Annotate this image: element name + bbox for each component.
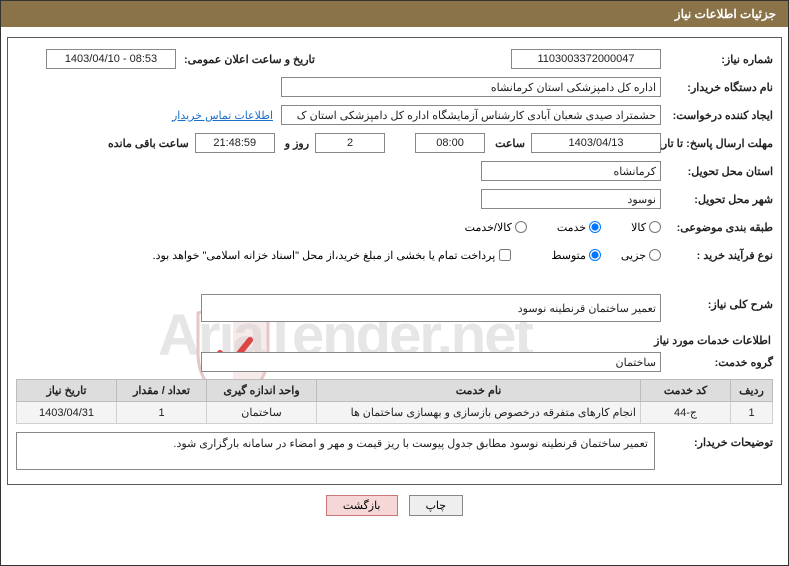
pt-medium-label: متوسط [551,249,586,262]
deadline-label: مهلت ارسال پاسخ: تا تاریخ: [661,137,773,150]
th-name: نام خدمت [317,380,641,402]
treasury-checkbox[interactable]: پرداخت تمام یا بخشی از مبلغ خرید،از محل … [153,249,512,262]
time-left-field: 21:48:59 [195,133,275,153]
treasury-label: پرداخت تمام یا بخشی از مبلغ خرید،از محل … [153,249,496,262]
deadline-hour-field: 08:00 [415,133,485,153]
th-qty: تعداد / مقدار [117,380,207,402]
pt-minor-label: جزیی [621,249,646,262]
province-field: کرمانشاه [481,161,661,181]
city-field: نوسود [481,189,661,209]
cat-service-label: خدمت [557,221,586,234]
requester-label: ایجاد کننده درخواست: [661,109,773,122]
contact-link[interactable]: اطلاعات تماس خریدار [172,109,273,122]
announce-dt-field: 1403/04/10 - 08:53 [46,49,176,69]
th-unit: واحد اندازه گیری [207,380,317,402]
cat-goods-label: کالا [631,221,646,234]
page-header: جزئیات اطلاعات نیاز [1,1,788,27]
cell-unit: ساختمان [207,402,317,424]
th-idx: ردیف [731,380,773,402]
purchase-type-label: نوع فرآیند خرید : [661,249,773,262]
requester-field: حشمتراد صیدی شعبان آبادی کارشناس آزمایشگ… [281,105,661,125]
svc-group-field: ساختمان [201,352,661,372]
pt-medium-radio[interactable]: متوسط [551,249,601,262]
cat-both-label: کالا/خدمت [465,221,512,234]
deadline-date-field: 1403/04/13 [531,133,661,153]
table-header-row: ردیف کد خدمت نام خدمت واحد اندازه گیری ت… [17,380,773,402]
pt-minor-radio[interactable]: جزیی [621,249,661,262]
announce-dt-label: تاریخ و ساعت اعلان عمومی: [180,53,315,66]
cat-both-radio[interactable]: کالا/خدمت [465,221,527,234]
org-name-field: اداره کل دامپزشکی استان کرمانشاه [281,77,661,97]
th-date: تاریخ نیاز [17,380,117,402]
cat-goods-radio[interactable]: کالا [631,221,661,234]
table-row: 1 ج-44 انجام کارهای متفرقه درخصوص بازساز… [17,402,773,424]
page-title: جزئیات اطلاعات نیاز [675,7,776,21]
days-left-field: 2 [315,133,385,153]
back-button[interactable]: بازگشت [326,495,398,516]
cell-idx: 1 [731,402,773,424]
category-label: طبقه بندی موضوعی: [661,221,773,234]
cat-service-radio[interactable]: خدمت [557,221,601,234]
main-desc-label: شرح کلی نیاز: [661,294,773,311]
buyer-notes-label: توضیحات خریدار: [661,432,773,449]
city-label: شهر محل تحویل: [661,193,773,206]
th-code: کد خدمت [641,380,731,402]
need-no-field: 1103003372000047 [511,49,661,69]
cell-code: ج-44 [641,402,731,424]
cell-name: انجام کارهای متفرقه درخصوص بازسازی و بهس… [317,402,641,424]
buyer-notes-field: تعمیر ساختمان قرنطینه نوسود مطابق جدول پ… [16,432,655,470]
province-label: استان محل تحویل: [661,165,773,178]
service-table: ردیف کد خدمت نام خدمت واحد اندازه گیری ت… [16,379,773,424]
days-and-label: روز و [281,137,309,150]
org-name-label: نام دستگاه خریدار: [661,81,773,94]
remaining-label: ساعت باقی مانده [104,137,189,150]
svc-section-title: اطلاعات خدمات مورد نیاز [16,328,773,351]
svc-group-label: گروه خدمت: [661,356,773,369]
main-desc-field: تعمیر ساختمان قرنطینه نوسود [201,294,661,322]
need-no-label: شماره نیاز: [661,53,773,66]
cell-date: 1403/04/31 [17,402,117,424]
cell-qty: 1 [117,402,207,424]
hour-label: ساعت [491,137,525,150]
print-button[interactable]: چاپ [409,495,464,516]
